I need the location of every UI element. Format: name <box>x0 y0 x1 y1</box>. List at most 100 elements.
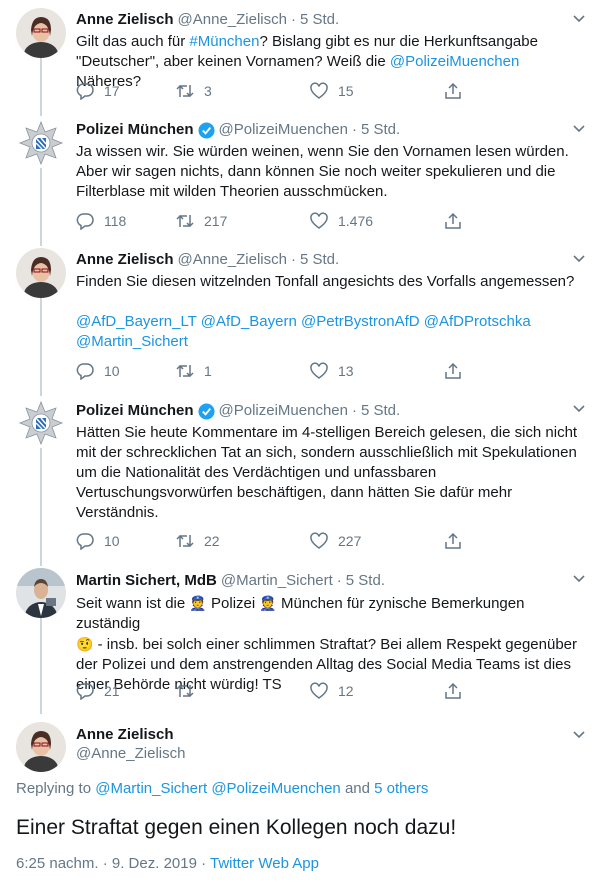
like-button[interactable]: 12 <box>310 681 444 701</box>
retweet-button[interactable]: 3 <box>176 81 310 101</box>
chevron-down-icon[interactable] <box>572 572 586 586</box>
share-button[interactable] <box>444 681 504 701</box>
tweet-text: Seit wann ist die 👮 Polizei 👮 München fü… <box>76 593 588 695</box>
tweet-text: Finden Sie diesen witzelnden Tonfall ang… <box>76 273 575 290</box>
avatar-polizei[interactable] <box>16 398 66 448</box>
tweet-time[interactable]: 5 Std. <box>361 401 400 421</box>
tweet-time[interactable]: 5 Std. <box>300 10 339 30</box>
author-handle[interactable]: @Martin_Sichert <box>221 571 333 591</box>
reply-icon <box>76 533 94 550</box>
verified-badge-icon <box>197 402 215 420</box>
reply-icon <box>76 83 94 100</box>
retweet-icon <box>176 364 194 378</box>
heart-icon <box>310 212 328 229</box>
like-count: 227 <box>338 533 362 549</box>
tweet-time[interactable]: 5 Std. <box>361 120 400 140</box>
tweet[interactable]: Polizei München @PolizeiMuenchen · 5 Std… <box>0 110 604 246</box>
avatar-anne[interactable] <box>16 722 66 772</box>
share-icon <box>445 532 461 549</box>
author-name[interactable]: Polizei München <box>76 401 194 421</box>
share-button[interactable] <box>444 81 504 101</box>
tweet-text: Ja wissen wir. Sie würden weinen, wenn S… <box>76 143 569 200</box>
chevron-down-icon[interactable] <box>572 122 586 136</box>
text-segment: Seit wann ist die <box>76 595 190 612</box>
reply-button[interactable]: 10 <box>76 361 176 381</box>
retweet-count: 22 <box>204 533 220 549</box>
retweet-button[interactable]: 22 <box>176 531 310 551</box>
tweet[interactable]: Polizei München @PolizeiMuenchen · 5 Std… <box>0 390 604 566</box>
police-officer-emoji: 👮 <box>259 595 277 611</box>
tweet-meta: 6:25 nachm. · 9. Dez. 2019 · Twitter Web… <box>16 855 319 872</box>
retweet-icon <box>176 84 194 98</box>
hashtag-link[interactable]: #München <box>189 33 259 50</box>
tweet-text: Hätten Sie heute Kommentare im 4-stellig… <box>76 424 578 521</box>
mention-link[interactable]: @PolizeiMuenchen <box>390 53 519 70</box>
replying-others-link[interactable]: 5 others <box>374 780 428 797</box>
replying-to: Replying to @Martin_Sichert @PolizeiMuen… <box>16 780 428 797</box>
reply-count: 17 <box>104 83 120 99</box>
retweet-count: 3 <box>204 83 212 99</box>
tweet-time[interactable]: 5 Std. <box>300 250 339 270</box>
tweet[interactable]: Anne Zielisch @Anne_Zielisch · 5 Std. Fi… <box>0 240 604 396</box>
author-handle[interactable]: @Anne_Zielisch <box>178 10 287 30</box>
share-button[interactable] <box>444 361 504 381</box>
author-name[interactable]: Anne Zielisch <box>76 726 174 743</box>
raised-eyebrow-emoji: 🤨 <box>76 636 94 652</box>
share-button[interactable] <box>444 211 504 231</box>
text-segment: Polizei <box>206 595 260 612</box>
share-icon <box>445 362 461 379</box>
reply-icon <box>76 363 94 380</box>
author-handle[interactable]: @Anne_Zielisch <box>76 745 185 762</box>
tweet[interactable]: Martin Sichert, MdB @Martin_Sichert · 5 … <box>0 560 604 716</box>
reply-button[interactable]: 17 <box>76 81 176 101</box>
police-officer-emoji: 👮 <box>189 595 207 611</box>
heart-icon <box>310 682 328 699</box>
avatar-anne[interactable] <box>16 8 66 58</box>
separator-dot: · <box>290 251 296 268</box>
heart-icon <box>310 82 328 99</box>
separator-dot: · <box>290 11 296 28</box>
text-segment: Gilt das auch für <box>76 33 190 50</box>
author-name[interactable]: Anne Zielisch <box>76 10 174 30</box>
author-name[interactable]: Polizei München <box>76 120 194 140</box>
avatar-anne[interactable] <box>16 248 66 298</box>
author-name[interactable]: Anne Zielisch <box>76 250 174 270</box>
retweet-button[interactable]: 217 <box>176 211 310 231</box>
tweet-time[interactable]: 5 Std. <box>346 571 385 591</box>
source-app-link[interactable]: Twitter Web App <box>210 855 319 872</box>
like-count: 1.476 <box>338 213 374 229</box>
like-button[interactable]: 13 <box>310 361 444 381</box>
avatar-martin[interactable] <box>16 568 66 618</box>
chevron-down-icon[interactable] <box>572 728 586 742</box>
share-button[interactable] <box>444 531 504 551</box>
retweet-icon <box>176 684 194 698</box>
mention-links[interactable]: @AfD_Bayern_LT @AfD_Bayern @PetrBystronA… <box>76 312 588 332</box>
share-icon <box>445 82 461 99</box>
author-name[interactable]: Martin Sichert, MdB <box>76 571 217 591</box>
reply-count: 21 <box>104 683 120 699</box>
like-button[interactable]: 1.476 <box>310 211 444 231</box>
chevron-down-icon[interactable] <box>572 12 586 26</box>
retweet-button[interactable]: 1 <box>176 361 310 381</box>
chevron-down-icon[interactable] <box>572 252 586 266</box>
like-button[interactable]: 15 <box>310 81 444 101</box>
chevron-down-icon[interactable] <box>572 402 586 416</box>
avatar-polizei[interactable] <box>16 118 66 168</box>
retweet-count: 1 <box>204 363 212 379</box>
retweet-icon <box>176 534 194 548</box>
retweet-count: 217 <box>204 213 228 229</box>
reply-button[interactable]: 10 <box>76 531 176 551</box>
author-handle[interactable]: @PolizeiMuenchen <box>219 401 348 421</box>
share-icon <box>445 682 461 699</box>
reply-button[interactable]: 21 <box>76 681 176 701</box>
like-button[interactable]: 227 <box>310 531 444 551</box>
mention-link[interactable]: @Martin_Sichert <box>76 332 588 352</box>
reply-button[interactable]: 118 <box>76 211 176 231</box>
tweet[interactable]: Anne Zielisch @Anne_Zielisch · 5 Std. Gi… <box>0 0 604 116</box>
replying-users-link[interactable]: @Martin_Sichert @PolizeiMuenchen <box>95 780 341 797</box>
timestamp[interactable]: 6:25 nachm. · 9. Dez. 2019 · <box>16 855 210 872</box>
author-handle[interactable]: @Anne_Zielisch <box>178 250 287 270</box>
author-handle[interactable]: @PolizeiMuenchen <box>219 120 348 140</box>
retweet-button[interactable] <box>176 681 310 701</box>
replying-prefix: Replying to <box>16 780 96 797</box>
